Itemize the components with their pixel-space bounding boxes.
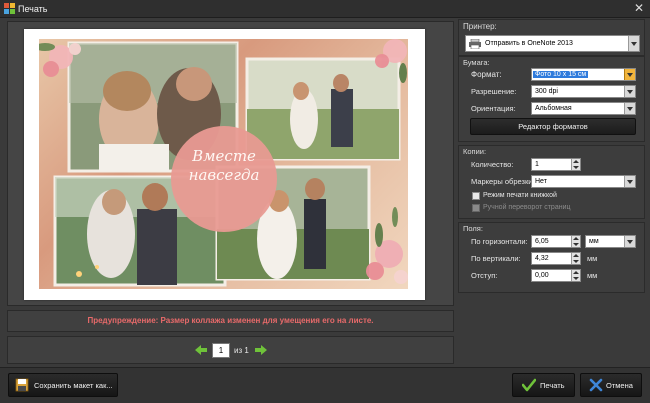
vertical-margin-label: По вертикали: [471, 254, 521, 263]
horizontal-margin-value: 6,05 [535, 238, 549, 245]
crop-marks-select[interactable]: Нет [531, 175, 636, 188]
copies-count-stepper[interactable]: 1 [531, 158, 581, 171]
page-navigator: 1 из 1 [7, 336, 454, 364]
resolution-label: Разрешение: [471, 87, 517, 96]
indent-label: Отступ: [471, 271, 498, 280]
spinner-arrows-icon[interactable] [571, 270, 580, 281]
chevron-down-icon[interactable] [624, 176, 635, 187]
crop-marks-value: Нет [535, 178, 547, 185]
print-label: Печать [540, 381, 565, 390]
printer-group: Принтер: Отправить в OneNote 2013 [458, 19, 645, 56]
close-icon[interactable]: ✕ [634, 2, 644, 14]
app-icon [4, 3, 15, 14]
indent-unit: мм [587, 271, 598, 280]
orientation-select[interactable]: Альбомная [531, 102, 636, 115]
window-title: Печать [18, 4, 48, 14]
spinner-arrows-icon[interactable] [571, 159, 580, 170]
copies-group-label: Копии: [463, 147, 487, 156]
book-mode-checkbox[interactable] [472, 192, 480, 200]
chevron-down-icon[interactable] [624, 236, 635, 247]
vertical-margin-value: 4,32 [535, 255, 549, 262]
indent-stepper[interactable]: 0,00 [531, 269, 581, 282]
margin-unit-select[interactable]: мм [585, 235, 636, 248]
horizontal-margin-stepper[interactable]: 6,05 [531, 235, 581, 248]
caption-line-1: Вместе [192, 147, 256, 165]
caption-line-2: навсегда [188, 166, 260, 184]
collage-preview: Вместе навсегда [39, 39, 408, 289]
footer-bar: Сохранить макет как... Печать Отмена [0, 367, 650, 403]
printer-select[interactable]: Отправить в OneNote 2013 [465, 35, 640, 52]
horizontal-margin-label: По горизонтали: [471, 237, 528, 246]
format-select[interactable]: Фото 10 x 15 см [531, 68, 636, 81]
indent-value: 0,00 [535, 272, 549, 279]
warning-message: Предупреждение: Размер коллажа изменен д… [87, 316, 374, 325]
paper-sheet: Вместе навсегда [24, 29, 425, 300]
arrow-left-icon[interactable] [194, 344, 208, 356]
title-bar: Печать ✕ [0, 0, 650, 18]
vertical-margin-stepper[interactable]: 4,32 [531, 252, 581, 265]
manual-flip-checkbox [472, 204, 480, 212]
page-number-input[interactable]: 1 [212, 343, 230, 358]
format-value: Фото 10 x 15 см [533, 71, 589, 78]
spinner-arrows-icon[interactable] [571, 253, 580, 264]
copies-group: Копии: Количество: 1 Маркеры обрезки: Не… [458, 145, 645, 219]
printer-icon [469, 39, 481, 49]
format-editor-button[interactable]: Редактор форматов [470, 118, 636, 135]
arrow-right-icon[interactable] [254, 344, 268, 356]
page-total: из 1 [234, 346, 249, 355]
collage-caption: Вместе навсегда [171, 147, 277, 185]
cancel-button[interactable]: Отмена [580, 373, 642, 397]
chevron-down-icon[interactable] [624, 86, 635, 97]
spinner-arrows-icon[interactable] [571, 236, 580, 247]
checkmark-icon [522, 378, 536, 392]
count-label: Количество: [471, 160, 514, 169]
chevron-down-icon[interactable] [624, 103, 635, 114]
cancel-label: Отмена [606, 381, 633, 390]
vertical-unit: мм [587, 254, 598, 263]
format-label: Формат: [471, 70, 502, 79]
crop-marks-label: Маркеры обрезки: [471, 177, 535, 186]
margins-group: Поля: По горизонтали: 6,05 мм По вертика… [458, 222, 645, 293]
orientation-value: Альбомная [535, 105, 572, 112]
save-layout-button[interactable]: Сохранить макет как... [8, 373, 118, 397]
resolution-value: 300 dpi [535, 88, 558, 95]
printer-group-label: Принтер: [463, 22, 497, 31]
copies-count-value: 1 [535, 161, 539, 168]
margin-unit-value: мм [589, 238, 599, 245]
print-preview: Вместе навсегда [7, 21, 454, 306]
manual-flip-label: Ручной переворот страниц [483, 204, 571, 211]
orientation-label: Ориентация: [471, 104, 516, 113]
cross-icon [589, 378, 603, 392]
paper-group: Бумага: Формат: Фото 10 x 15 см Разрешен… [458, 56, 645, 142]
warning-bar: Предупреждение: Размер коллажа изменен д… [7, 310, 454, 332]
margins-group-label: Поля: [463, 224, 483, 233]
book-mode-label: Режим печати книжкой [483, 192, 557, 199]
save-icon [15, 378, 29, 392]
resolution-select[interactable]: 300 dpi [531, 85, 636, 98]
print-button[interactable]: Печать [512, 373, 575, 397]
printer-value: Отправить в OneNote 2013 [485, 40, 573, 47]
chevron-down-icon[interactable] [628, 36, 639, 51]
save-layout-label: Сохранить макет как... [34, 381, 113, 390]
chevron-down-icon[interactable] [624, 69, 635, 80]
paper-group-label: Бумага: [463, 58, 490, 67]
